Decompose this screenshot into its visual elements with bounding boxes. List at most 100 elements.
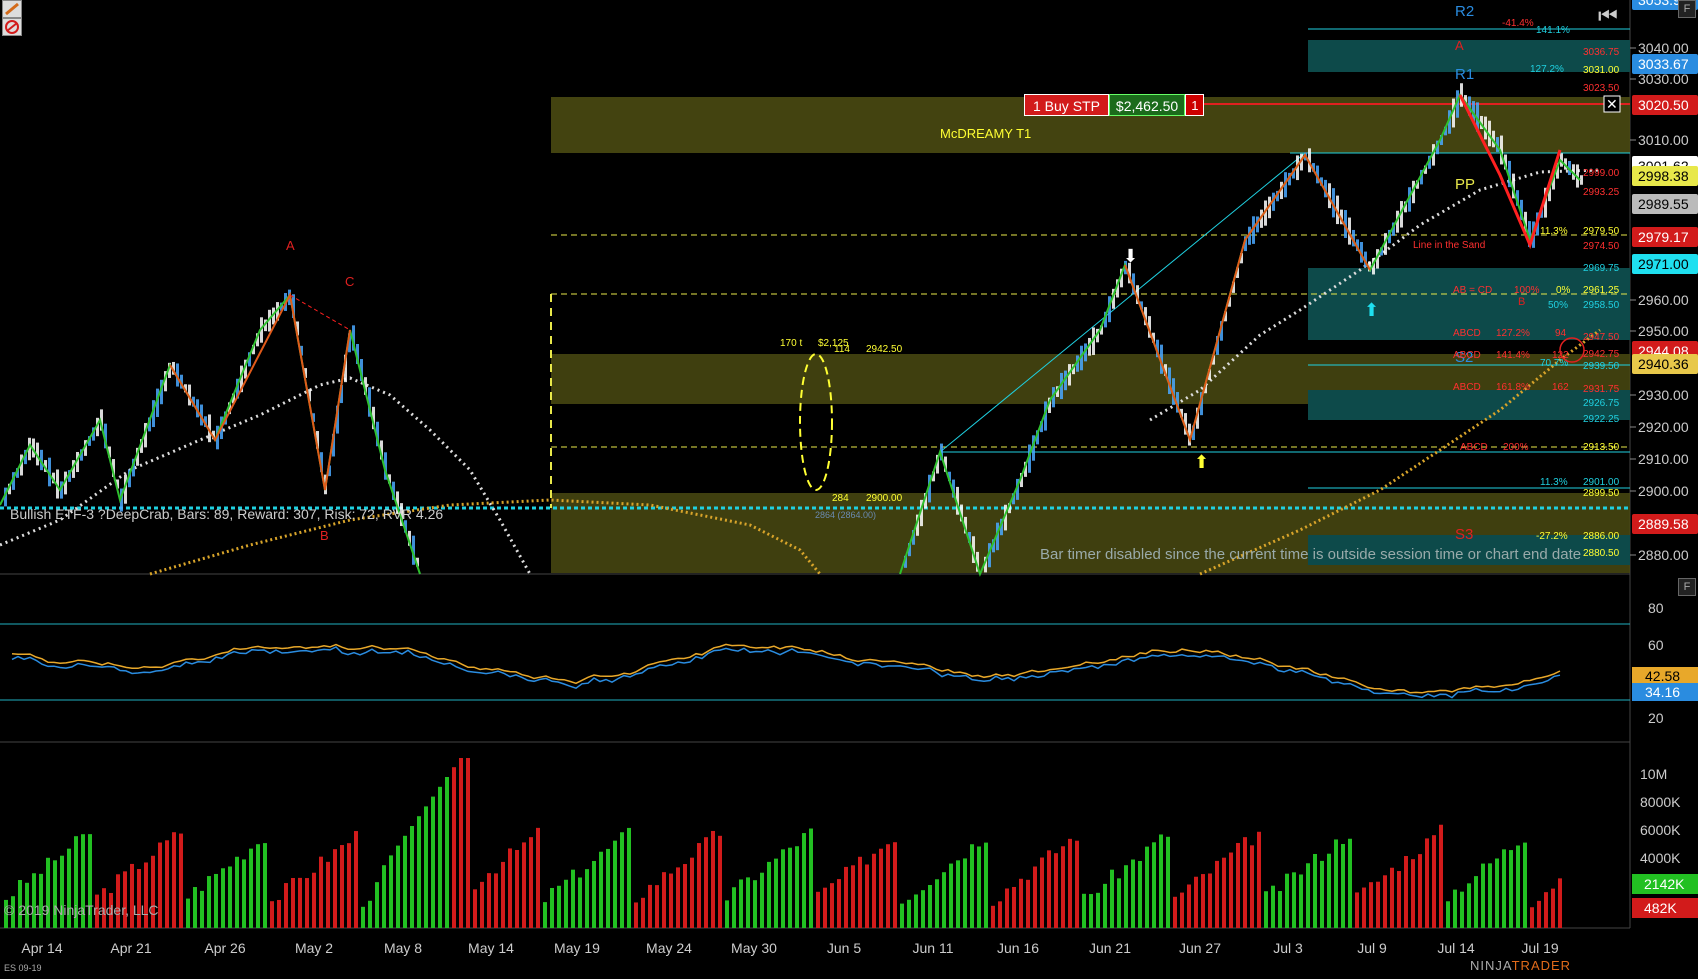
volume-bar <box>487 873 491 928</box>
volume-bar <box>501 861 505 928</box>
price-axis[interactable]: 3040.003030.003010.002960.002950.002930.… <box>1630 40 1689 563</box>
lvl-2899: 2899.50 <box>1583 488 1620 499</box>
date-axis[interactable]: Apr 14 Apr 21 Apr 26 May 2 May 8 May 14 May 19… <box>21 940 1559 956</box>
date-tick-label: Jun 16 <box>997 940 1039 956</box>
volume-bar <box>179 833 183 928</box>
date-tick-label: Jun 11 <box>913 940 954 956</box>
lvl-3031: 3031.00 <box>1583 65 1620 76</box>
price-tick-label: 2920.00 <box>1638 419 1689 435</box>
volume-bar <box>137 869 141 928</box>
volume-bar <box>718 835 722 928</box>
lvl-2931: 2931.75 <box>1583 384 1620 395</box>
volume-bar <box>1005 888 1009 928</box>
volume-bar <box>536 827 540 928</box>
volume-bar <box>1495 858 1499 928</box>
anno-fib-113-low: 11.3% <box>1540 477 1568 488</box>
volume-bar <box>543 902 547 928</box>
osc-tick-label: 60 <box>1648 637 1664 653</box>
volume-bar <box>753 880 757 928</box>
date-tick-label: Jul 9 <box>1357 940 1387 956</box>
osc-marker-label: 34.16 <box>1645 684 1680 700</box>
volume-bar <box>1180 892 1184 928</box>
volume-bar <box>1460 891 1464 928</box>
anno-284: 284 <box>832 493 849 504</box>
price-marker-label: 2979.17 <box>1638 229 1689 245</box>
volume-bar <box>767 861 771 928</box>
volume-bar <box>1362 887 1366 928</box>
arrow-up-cyan-icon: ⬆ <box>1364 300 1379 320</box>
volume-bar <box>1271 885 1275 928</box>
swing-label-b: B <box>320 528 329 543</box>
osc-pane-menu-button[interactable]: F <box>1678 578 1696 596</box>
teal-zone-low <box>1308 390 1630 420</box>
volume-bar <box>1124 865 1128 928</box>
chart-canvas[interactable]: A C B A B R2 R1 PP S2 S3 170 t $2,125 11… <box>0 0 1698 979</box>
volume-bar <box>1313 853 1317 928</box>
volume-bar <box>795 846 799 928</box>
volume-bar <box>1453 889 1457 928</box>
date-tick-label: May 24 <box>646 940 692 956</box>
volume-bar <box>991 905 995 928</box>
volume-bar <box>942 872 946 928</box>
close-icon[interactable]: ✕ <box>1606 96 1618 112</box>
volume-bar <box>1138 860 1142 928</box>
volume-bar <box>746 877 750 928</box>
anno-abcd-eq-pct: 100% <box>1514 285 1540 296</box>
disable-tool-button[interactable] <box>2 18 22 36</box>
volume-bar <box>1278 891 1282 928</box>
volume-bar <box>921 890 925 928</box>
price-pane-menu-button[interactable]: F <box>1678 0 1696 18</box>
anno-zero-pct: 0% <box>1556 285 1571 296</box>
price-marker-label: 2998.38 <box>1638 168 1689 184</box>
volume-bar <box>326 861 330 928</box>
volume-bar <box>1306 863 1310 928</box>
price-marker-label: 3020.50 <box>1638 97 1689 113</box>
draw-tool-button[interactable] <box>2 0 22 18</box>
volume-bar <box>1159 834 1163 928</box>
volume-bar <box>1439 824 1443 928</box>
lvl-3023: 3023.50 <box>1583 83 1620 94</box>
date-tick-label: Apr 26 <box>204 940 245 956</box>
pencil-icon <box>5 2 19 16</box>
date-tick-label: Apr 14 <box>21 940 62 956</box>
date-tick-label: May 14 <box>468 940 514 956</box>
volume-bar <box>522 842 526 928</box>
volume-bar <box>886 844 890 928</box>
volume-bar <box>1530 907 1534 928</box>
volume-bar <box>907 899 911 928</box>
volume-bar <box>1432 835 1436 928</box>
volume-bar <box>634 902 638 928</box>
volume-bar <box>1299 874 1303 928</box>
order-pnl: $2,462.50 <box>1108 94 1186 116</box>
volume-bar <box>396 845 400 928</box>
order-widget[interactable]: 1 Buy STP $2,462.50 1 <box>1024 94 1205 116</box>
volume-bar <box>711 830 715 928</box>
price-marker-label: 3033.67 <box>1638 56 1689 72</box>
collapse-panel-icon[interactable]: ⏮ <box>1598 5 1618 27</box>
date-tick-label: May 30 <box>731 940 777 956</box>
buy-stop-button[interactable]: 1 Buy STP <box>1024 94 1109 116</box>
volume-axis[interactable]: 10M 8000K 6000K 4000K 2142K 482K <box>1632 766 1698 918</box>
volume-bar <box>214 873 218 928</box>
volume-bar <box>1145 846 1149 928</box>
volume-bar <box>872 853 876 928</box>
volume-bar <box>431 796 435 928</box>
volume-bar <box>1089 894 1093 928</box>
volume-bar <box>1369 882 1373 928</box>
volume-bar <box>858 856 862 928</box>
copyright-text: © 2019 NinjaTrader, LLC <box>4 902 159 918</box>
volume-bar <box>1418 854 1422 928</box>
volume-bar <box>1250 845 1254 928</box>
anno-114: 114 <box>834 344 850 355</box>
price-tick-label: 3040.00 <box>1638 40 1689 56</box>
anno-2900: 2900.00 <box>866 493 903 504</box>
volume-bar <box>1523 842 1527 928</box>
volume-bar <box>1327 853 1331 928</box>
volume-bar <box>1166 836 1170 928</box>
volume-bar <box>193 887 197 928</box>
date-tick-label: Jul 3 <box>1273 940 1303 956</box>
order-quantity[interactable]: 1 <box>1185 94 1205 116</box>
oscillator-axis[interactable]: 80 60 20 42.5834.16 <box>1632 600 1698 726</box>
volume-tick-label: 4000K <box>1640 850 1681 866</box>
volume-bar <box>613 840 617 928</box>
